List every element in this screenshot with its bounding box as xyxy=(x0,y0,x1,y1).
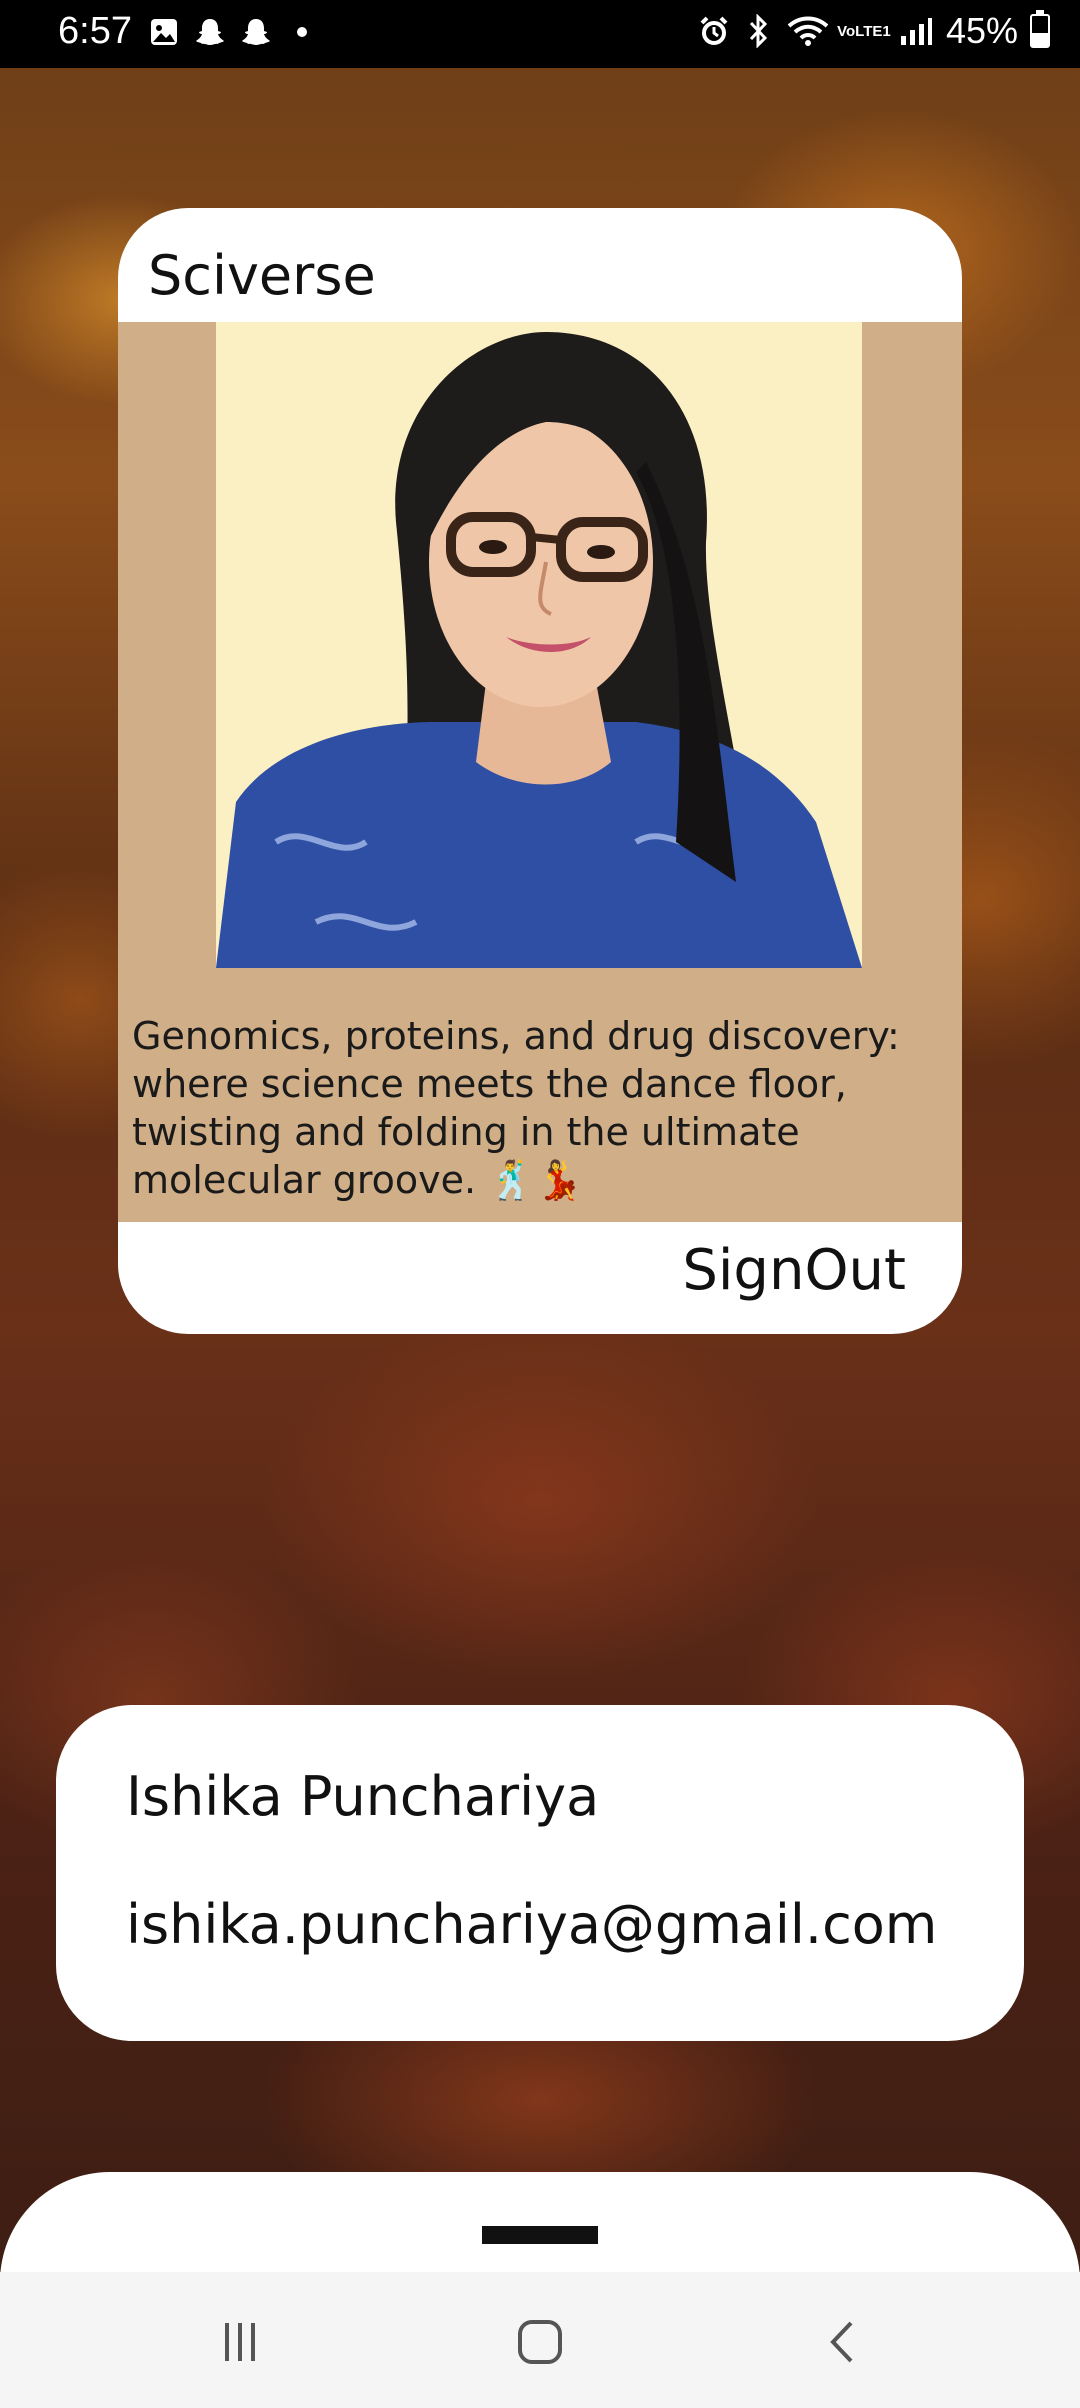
status-time: 6:57 xyxy=(58,10,132,52)
home-icon[interactable] xyxy=(510,2312,570,2372)
battery-percent: 45% xyxy=(945,10,1018,51)
signout-button[interactable]: SignOut xyxy=(682,1238,906,1303)
alarm-icon xyxy=(698,15,730,47)
card-body: Genomics, proteins, and drug discovery: … xyxy=(118,322,962,1222)
profile-card: Sciverse Genomics, proteins, and drug di… xyxy=(118,208,962,1334)
snapchat-icon xyxy=(240,16,272,48)
dot-icon xyxy=(286,16,318,48)
status-bar: 6:57 VoLTE1 45% xyxy=(0,0,1080,68)
user-email: ishika.punchariya@gmail.com xyxy=(126,1893,938,1956)
wifi-icon xyxy=(786,15,830,47)
user-info-card: Ishika Punchariya ishika.punchariya@gmai… xyxy=(56,1705,1024,2041)
snapchat-icon xyxy=(194,16,226,48)
gallery-icon xyxy=(148,16,180,48)
recents-icon[interactable] xyxy=(210,2312,270,2372)
user-name: Ishika Punchariya xyxy=(126,1765,600,1828)
back-icon[interactable] xyxy=(814,2312,874,2372)
app-title: Sciverse xyxy=(148,244,376,307)
bluetooth-icon xyxy=(742,14,774,48)
card-caption: Genomics, proteins, and drug discovery: … xyxy=(132,1014,900,1202)
drag-handle[interactable] xyxy=(482,2226,598,2244)
battery-level xyxy=(1032,32,1048,46)
volte-icon: VoLTE1 xyxy=(837,22,891,40)
signal-icon xyxy=(898,15,934,47)
navigation-bar xyxy=(0,2272,1080,2408)
profile-photo xyxy=(216,322,862,968)
notification-icons xyxy=(148,16,318,48)
battery-icon xyxy=(1030,10,1050,48)
system-icons: VoLTE1 45% xyxy=(698,10,1050,52)
